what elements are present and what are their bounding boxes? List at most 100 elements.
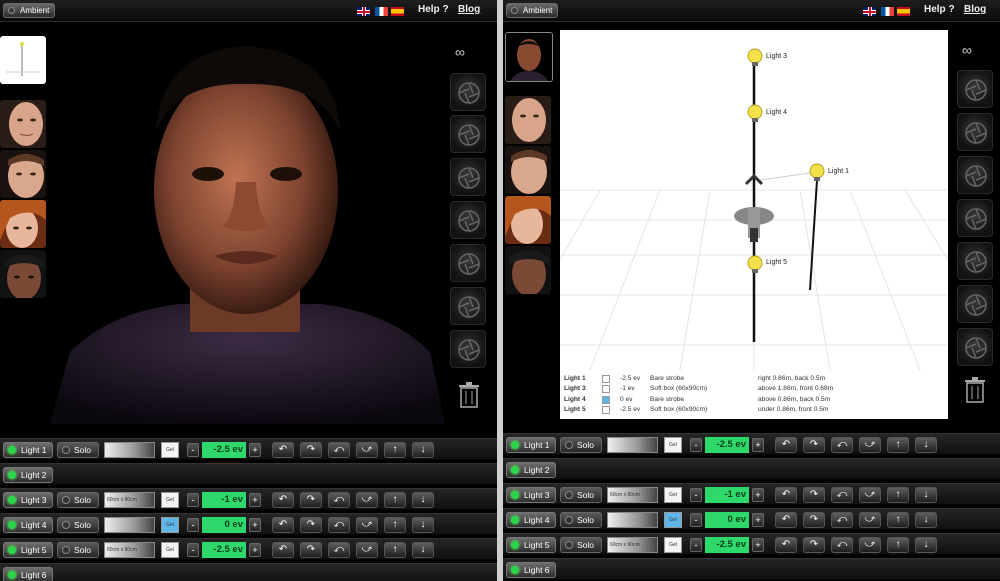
move-up-button[interactable]: ↑ <box>384 492 406 508</box>
ev-increase-button[interactable]: + <box>249 493 261 507</box>
model-thumbnail-1[interactable] <box>505 96 551 144</box>
turn-right-button[interactable]: ↷ <box>300 517 322 533</box>
trash-icon[interactable] <box>964 377 986 403</box>
solo-button[interactable]: Solo <box>57 442 99 458</box>
move-up-button[interactable]: ↑ <box>384 542 406 558</box>
aperture-tool-1[interactable] <box>450 73 486 111</box>
uk-flag-icon[interactable] <box>863 7 876 16</box>
rotate-left-button[interactable]: ⤺ <box>831 512 853 528</box>
move-up-button[interactable]: ↑ <box>887 512 909 528</box>
aperture-tool-7[interactable] <box>957 328 993 366</box>
ev-decrease-button[interactable]: - <box>690 513 702 527</box>
fr-flag-icon[interactable] <box>881 7 894 16</box>
aperture-tool-2[interactable] <box>957 113 993 151</box>
solo-button[interactable]: Solo <box>57 542 99 558</box>
scene-diagram-thumbnail[interactable] <box>0 36 46 84</box>
move-up-button[interactable]: ↑ <box>887 487 909 503</box>
aperture-tool-4[interactable] <box>450 201 486 239</box>
portrait-thumbnail[interactable] <box>505 32 553 82</box>
turn-left-button[interactable]: ↶ <box>775 512 797 528</box>
turn-right-button[interactable]: ↷ <box>300 442 322 458</box>
fr-flag-icon[interactable] <box>375 7 388 16</box>
light-toggle-button[interactable]: Light 6 <box>506 562 556 578</box>
gel-selector[interactable]: Gel <box>161 542 179 558</box>
light-toggle-button[interactable]: Light 4 <box>506 512 556 528</box>
bulb-icon-light-3[interactable] <box>746 48 764 68</box>
es-flag-icon[interactable] <box>391 7 404 16</box>
link-icon[interactable]: ∞ <box>455 44 465 60</box>
turn-left-button[interactable]: ↶ <box>775 487 797 503</box>
move-down-button[interactable]: ↓ <box>915 487 937 503</box>
aperture-tool-7[interactable] <box>450 330 486 368</box>
aperture-tool-6[interactable] <box>957 285 993 323</box>
light-toggle-button[interactable]: Light 5 <box>506 537 556 553</box>
aperture-tool-4[interactable] <box>957 199 993 237</box>
aperture-tool-6[interactable] <box>450 287 486 325</box>
ev-increase-button[interactable]: + <box>752 438 764 452</box>
turn-right-button[interactable]: ↷ <box>803 537 825 553</box>
move-down-button[interactable]: ↓ <box>412 492 434 508</box>
solo-button[interactable]: Solo <box>57 517 99 533</box>
gel-selector[interactable]: Gel <box>161 442 179 458</box>
light-toggle-button[interactable]: Light 3 <box>3 492 53 508</box>
ambient-button[interactable]: Ambient <box>3 3 55 18</box>
light-toggle-button[interactable]: Light 1 <box>506 437 556 453</box>
gel-selector[interactable]: Gel <box>161 517 179 533</box>
light-toggle-button[interactable]: Light 3 <box>506 487 556 503</box>
ev-increase-button[interactable]: + <box>752 488 764 502</box>
model-thumbnail-2[interactable] <box>505 146 551 194</box>
move-down-button[interactable]: ↓ <box>915 437 937 453</box>
rotate-left-button[interactable]: ⤺ <box>831 537 853 553</box>
aperture-tool-1[interactable] <box>957 70 993 108</box>
modifier-selector[interactable] <box>607 437 658 453</box>
ev-increase-button[interactable]: + <box>249 543 261 557</box>
blog-link[interactable]: Blog <box>964 4 986 15</box>
solo-button[interactable]: Solo <box>560 512 602 528</box>
turn-left-button[interactable]: ↶ <box>775 537 797 553</box>
rotate-right-button[interactable]: ⤻ <box>859 437 881 453</box>
solo-button[interactable]: Solo <box>57 492 99 508</box>
move-up-button[interactable]: ↑ <box>887 537 909 553</box>
gel-selector[interactable]: Gel <box>664 487 682 503</box>
turn-right-button[interactable]: ↷ <box>803 487 825 503</box>
turn-right-button[interactable]: ↷ <box>300 542 322 558</box>
move-down-button[interactable]: ↓ <box>915 512 937 528</box>
rotate-right-button[interactable]: ⤻ <box>356 442 378 458</box>
rotate-right-button[interactable]: ⤻ <box>356 492 378 508</box>
ev-decrease-button[interactable]: - <box>690 438 702 452</box>
ev-increase-button[interactable]: + <box>249 518 261 532</box>
bulb-icon-light-4[interactable] <box>746 104 764 124</box>
model-thumbnail-1[interactable] <box>0 100 46 148</box>
move-down-button[interactable]: ↓ <box>412 442 434 458</box>
ev-decrease-button[interactable]: - <box>187 493 199 507</box>
turn-left-button[interactable]: ↶ <box>272 517 294 533</box>
ev-increase-button[interactable]: + <box>249 443 261 457</box>
light-toggle-button[interactable]: Light 1 <box>3 442 53 458</box>
solo-button[interactable]: Solo <box>560 437 602 453</box>
modifier-selector[interactable] <box>104 517 155 533</box>
rotate-right-button[interactable]: ⤻ <box>356 517 378 533</box>
turn-right-button[interactable]: ↷ <box>803 512 825 528</box>
turn-left-button[interactable]: ↶ <box>272 492 294 508</box>
ev-increase-button[interactable]: + <box>752 513 764 527</box>
aperture-tool-3[interactable] <box>450 158 486 196</box>
ev-decrease-button[interactable]: - <box>187 518 199 532</box>
es-flag-icon[interactable] <box>897 7 910 16</box>
ev-decrease-button[interactable]: - <box>690 538 702 552</box>
bulb-icon-light-1[interactable] <box>808 163 826 183</box>
move-up-button[interactable]: ↑ <box>887 437 909 453</box>
aperture-tool-3[interactable] <box>957 156 993 194</box>
rotate-right-button[interactable]: ⤻ <box>859 537 881 553</box>
uk-flag-icon[interactable] <box>357 7 370 16</box>
rotate-right-button[interactable]: ⤻ <box>356 542 378 558</box>
rotate-left-button[interactable]: ⤺ <box>328 492 350 508</box>
rotate-left-button[interactable]: ⤺ <box>328 517 350 533</box>
solo-button[interactable]: Solo <box>560 537 602 553</box>
modifier-selector[interactable] <box>607 512 658 528</box>
modifier-selector[interactable]: 60cm x 90cm <box>104 492 155 508</box>
gel-selector[interactable]: Gel <box>664 537 682 553</box>
help-link[interactable]: Help ? <box>924 4 955 15</box>
modifier-selector[interactable]: 60cm x 90cm <box>607 487 658 503</box>
rotate-left-button[interactable]: ⤺ <box>831 487 853 503</box>
move-down-button[interactable]: ↓ <box>915 537 937 553</box>
